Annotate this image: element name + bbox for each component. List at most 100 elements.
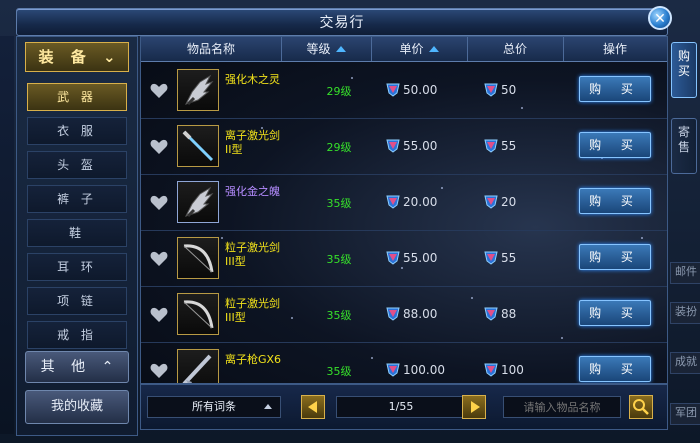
item-level: 29级: [326, 85, 352, 98]
buy-button[interactable]: 购 买: [579, 244, 651, 270]
currency-gem-icon: [385, 361, 401, 377]
item-name: 粒子激光剑III型: [225, 241, 280, 268]
category-item[interactable]: 裤 子: [27, 185, 127, 213]
total-price: 20: [501, 195, 517, 209]
currency-gem-icon: [385, 81, 401, 97]
total-price: 100: [501, 363, 524, 377]
currency-gem-icon: [483, 249, 499, 265]
buy-button[interactable]: 购 买: [579, 132, 651, 158]
category-header-label: 装 备: [38, 48, 92, 66]
total-price: 50: [501, 83, 517, 97]
table-row: 强化木之灵 29级 50.00 50 购 买: [141, 63, 667, 119]
search-button[interactable]: [629, 395, 653, 419]
item-thumbnail[interactable]: [177, 69, 219, 111]
category-item[interactable]: 鞋: [27, 219, 127, 247]
item-level: 35级: [326, 309, 352, 322]
close-button[interactable]: ✕: [648, 6, 672, 30]
listing-panel: 物品名称 等级 单价 总价 操作 强化木之灵 29级 50.00 50 购 买离子激光剑…: [140, 36, 668, 384]
side-menu-achievement[interactable]: 成就: [670, 352, 700, 374]
next-page-button[interactable]: [462, 395, 486, 419]
category-item[interactable]: 戒 指: [27, 321, 127, 349]
column-header-total: 总价: [467, 37, 564, 61]
buy-button[interactable]: 购 买: [579, 300, 651, 326]
side-menu-mail[interactable]: 邮件: [670, 262, 700, 284]
unit-price: 50.00: [403, 83, 438, 97]
item-level: 29级: [326, 141, 352, 154]
category-item[interactable]: 头 盔: [27, 151, 127, 179]
chevron-up-icon: ⌃: [101, 359, 114, 375]
search-icon: [633, 399, 649, 415]
window-title: 交易行: [319, 15, 365, 31]
item-level: 35级: [326, 253, 352, 266]
category-item[interactable]: 耳 环: [27, 253, 127, 281]
item-search-input[interactable]: [503, 396, 621, 418]
sort-asc-icon: [428, 46, 439, 52]
table-row: 粒子激光剑III型 35级 55.00 55 购 买: [141, 231, 667, 287]
item-name: 粒子激光剑III型: [225, 297, 280, 324]
tab-consign[interactable]: 寄售: [671, 118, 697, 174]
total-price: 55: [501, 251, 517, 265]
item-thumbnail[interactable]: [177, 181, 219, 223]
side-menu-legion[interactable]: 军团: [670, 403, 700, 425]
unit-price: 100.00: [403, 363, 445, 377]
category-item[interactable]: 衣 服: [27, 117, 127, 145]
side-menu-outfit[interactable]: 装扮: [670, 302, 700, 324]
currency-gem-icon: [483, 137, 499, 153]
buy-button[interactable]: 购 买: [579, 356, 651, 382]
buy-button[interactable]: 购 买: [579, 188, 651, 214]
item-name: 强化木之灵: [225, 73, 280, 86]
table-row: 强化金之魄 35级 20.00 20 购 买: [141, 175, 667, 231]
table-row: 离子激光剑II型 29级 55.00 55 购 买: [141, 119, 667, 175]
column-header-name: 物品名称: [141, 37, 282, 61]
sort-asc-icon: [335, 46, 346, 52]
favorite-heart-icon[interactable]: [150, 139, 168, 155]
favorite-heart-icon[interactable]: [150, 83, 168, 99]
filter-value: 所有词条: [192, 400, 236, 413]
unit-price: 55.00: [403, 251, 438, 265]
item-name: 离子激光剑II型: [225, 129, 280, 156]
currency-gem-icon: [385, 249, 401, 265]
currency-gem-icon: [483, 193, 499, 209]
item-name: 离子枪GX6: [225, 353, 282, 366]
favorite-heart-icon[interactable]: [150, 307, 168, 323]
unit-price: 20.00: [403, 195, 438, 209]
item-thumbnail[interactable]: [177, 349, 219, 383]
chevron-up-icon: [264, 404, 272, 409]
total-price: 55: [501, 139, 517, 153]
item-thumbnail[interactable]: [177, 125, 219, 167]
currency-gem-icon: [385, 193, 401, 209]
column-header-action: 操作: [602, 42, 627, 56]
item-thumbnail[interactable]: [177, 237, 219, 279]
total-price: 88: [501, 307, 517, 321]
column-header-level[interactable]: 等级: [281, 37, 372, 61]
item-thumbnail[interactable]: [177, 293, 219, 335]
close-icon: ✕: [654, 11, 666, 27]
favorite-heart-icon[interactable]: [150, 195, 168, 211]
table-row: 离子枪GX6 35级 100.00 100 购 买: [141, 343, 667, 383]
unit-price: 88.00: [403, 307, 438, 321]
filter-dropdown[interactable]: 所有词条: [147, 396, 281, 418]
table-row: 粒子激光剑III型 35级 88.00 88 购 买: [141, 287, 667, 343]
item-level: 35级: [326, 365, 352, 378]
buy-button[interactable]: 购 买: [579, 76, 651, 102]
my-favorites-button[interactable]: 我的收藏: [25, 390, 129, 424]
currency-gem-icon: [483, 305, 499, 321]
category-other-button[interactable]: 其 他 ⌃: [25, 351, 129, 383]
tab-buy[interactable]: 购买: [671, 42, 697, 98]
chevron-down-icon: ⌄: [102, 48, 116, 66]
left-edge-panel: [0, 36, 14, 434]
arrow-left-icon: [308, 401, 317, 413]
category-item[interactable]: 项 链: [27, 287, 127, 315]
category-header-equipment[interactable]: 装 备 ⌄: [25, 42, 129, 72]
currency-gem-icon: [385, 137, 401, 153]
category-other-label: 其 他: [40, 359, 92, 375]
arrow-right-icon: [471, 401, 480, 413]
prev-page-button[interactable]: [301, 395, 325, 419]
table-header: 物品名称 等级 单价 总价 操作: [141, 37, 667, 62]
item-name: 强化金之魄: [225, 185, 280, 198]
currency-gem-icon: [483, 361, 499, 377]
column-header-price[interactable]: 单价: [371, 37, 468, 61]
favorite-heart-icon[interactable]: [150, 363, 168, 379]
favorite-heart-icon[interactable]: [150, 251, 168, 267]
category-item[interactable]: 武 器: [27, 83, 127, 111]
